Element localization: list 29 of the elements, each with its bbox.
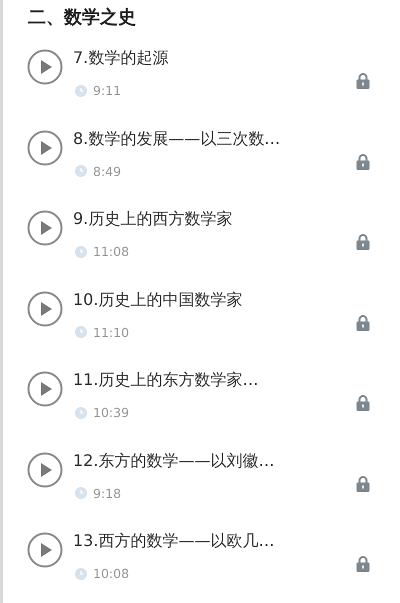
play-icon[interactable]	[27, 130, 63, 166]
lesson-title[interactable]: 12.东方的数学——以刘徽…	[73, 450, 356, 472]
lesson-title[interactable]: 13.西方的数学——以欧几…	[73, 531, 356, 552]
play-icon[interactable]	[27, 49, 63, 86]
clock-icon	[75, 568, 87, 580]
play-icon[interactable]	[27, 371, 63, 408]
play-icon[interactable]	[27, 210, 63, 246]
lesson-duration: 11:08	[93, 244, 130, 260]
clock-icon	[75, 487, 87, 500]
lesson-title[interactable]: 9.历史上的西方数学家	[73, 209, 356, 230]
lesson-duration: 8:49	[93, 164, 122, 179]
lesson-title[interactable]: 7.数学的起源	[73, 48, 356, 70]
lesson-title[interactable]: 10.历史上的中国数学家	[73, 290, 356, 311]
play-icon[interactable]	[27, 532, 63, 568]
clock-icon	[75, 406, 87, 419]
lesson-duration: 9:18	[93, 486, 122, 501]
lesson-title[interactable]: 11.历史上的东方数学家…	[73, 370, 356, 392]
play-icon[interactable]	[27, 452, 63, 488]
clock-icon	[75, 326, 87, 338]
lesson-duration: 10:39	[93, 405, 130, 420]
clock-icon	[75, 165, 87, 178]
lesson-duration: 10:08	[93, 566, 130, 582]
lesson-duration: 11:10	[93, 324, 130, 340]
lesson-duration: 9:11	[93, 83, 122, 98]
section-title: 二、数学之史	[27, 6, 137, 30]
lesson-title[interactable]: 8.数学的发展——以三次数…	[73, 128, 356, 150]
clock-icon	[75, 84, 87, 97]
clock-icon	[75, 246, 87, 258]
play-icon[interactable]	[27, 290, 63, 327]
